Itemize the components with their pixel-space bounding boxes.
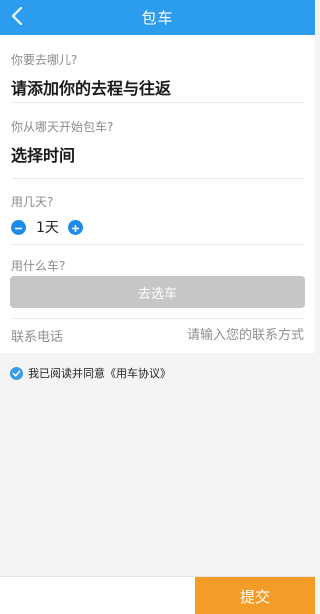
header-bar: 包车 bbox=[0, 0, 315, 35]
agreement-text: 我已阅读并同意《用车协议》 bbox=[28, 367, 171, 380]
decrease-days-button[interactable] bbox=[11, 218, 26, 237]
charter-form: 你要去哪儿? 请添加你的去程与往返 你从哪天开始包车? 选择时间 用几天? 1天 bbox=[0, 35, 315, 353]
days-stepper: 1天 bbox=[11, 217, 304, 237]
increase-days-button[interactable] bbox=[67, 218, 83, 237]
plus-icon bbox=[71, 218, 80, 237]
start-date-selector[interactable]: 选择时间 bbox=[11, 142, 304, 166]
divider bbox=[11, 178, 304, 179]
divider bbox=[11, 102, 304, 103]
days-value: 1天 bbox=[36, 220, 59, 236]
bottom-bar: 提交 bbox=[0, 576, 315, 614]
days-label: 用几天? bbox=[11, 195, 54, 209]
start-date-label: 你从哪天开始包车? bbox=[11, 120, 114, 134]
minus-icon bbox=[14, 218, 23, 237]
days-field: 用几天? 1天 bbox=[11, 193, 304, 237]
car-field: 用什么车? bbox=[11, 257, 304, 274]
contact-phone-input[interactable] bbox=[144, 327, 304, 343]
back-button[interactable] bbox=[0, 0, 34, 35]
select-car-button[interactable]: 去选车 bbox=[10, 276, 305, 308]
contact-row: 联系电话 bbox=[11, 325, 304, 345]
agreement-checkbox[interactable]: 我已阅读并同意《用车协议》 bbox=[10, 365, 171, 381]
page-title: 包车 bbox=[141, 9, 174, 27]
chevron-left-icon bbox=[11, 6, 23, 29]
destination-field: 你要去哪儿? 请添加你的去程与往返 bbox=[11, 51, 304, 99]
car-label: 用什么车? bbox=[11, 259, 66, 273]
submit-button[interactable]: 提交 bbox=[195, 577, 315, 614]
divider bbox=[11, 244, 304, 245]
destination-label: 你要去哪儿? bbox=[11, 53, 78, 67]
app: 包车 你要去哪儿? 请添加你的去程与往返 你从哪天开始包车? 选择时间 用几天?… bbox=[0, 0, 315, 614]
start-date-field: 你从哪天开始包车? 选择时间 bbox=[11, 118, 304, 166]
divider bbox=[11, 318, 304, 319]
check-icon bbox=[10, 366, 23, 380]
contact-label: 联系电话 bbox=[11, 329, 64, 345]
destination-selector[interactable]: 请添加你的去程与往返 bbox=[11, 75, 304, 99]
